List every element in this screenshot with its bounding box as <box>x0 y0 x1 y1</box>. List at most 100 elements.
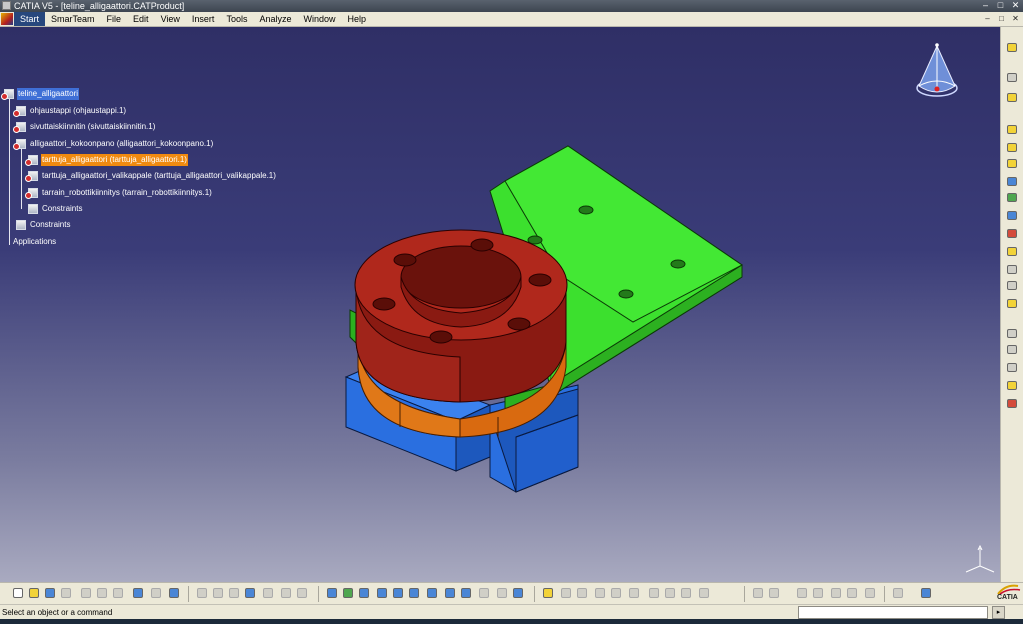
fit-all-icon[interactable] <box>342 587 354 600</box>
tree-item-label[interactable]: Constraints <box>41 203 83 215</box>
scenes-icon[interactable] <box>648 587 660 600</box>
measure-item-icon[interactable] <box>296 587 308 600</box>
doc-minimize-button[interactable]: – <box>982 13 993 24</box>
redo-icon[interactable] <box>150 587 162 600</box>
doc-maximize-button[interactable]: □ <box>996 13 1007 24</box>
tolerancing-icon[interactable] <box>796 587 808 600</box>
tree-item-sivuttaiskiinnitin[interactable]: sivuttaiskiinnitin (sivuttaiskiinnitin.1… <box>13 120 156 134</box>
shading-icon[interactable] <box>478 587 490 600</box>
tree-item-tarrain-robottikiinnitys[interactable]: tarrain_robottikiinnitys (tarrain_robott… <box>25 186 213 200</box>
tree-item-ohjaustappi[interactable]: ohjaustappi (ohjaustappi.1) <box>13 104 127 118</box>
measure-inertia-icon[interactable] <box>892 587 904 600</box>
graph-tree-reordering-icon[interactable] <box>1005 209 1020 223</box>
save-icon[interactable] <box>44 587 56 600</box>
tree-item-label[interactable]: tarttuja_alligaattori_valikappale (tartt… <box>41 170 277 182</box>
menu-smarteam[interactable]: SmarTeam <box>45 12 101 26</box>
tree-item-label[interactable]: Applications <box>12 236 57 248</box>
tree-item-tarttuja-alligaattori[interactable]: tarttuja_alligaattori (tarttuja_alligaat… <box>25 153 188 167</box>
measure-between-icon[interactable] <box>280 587 292 600</box>
macro-icon[interactable] <box>920 587 932 600</box>
annotation-icon[interactable] <box>212 587 224 600</box>
tree-item-constraints-sub[interactable]: Constraints <box>28 202 83 216</box>
hide-show-icon[interactable] <box>496 587 508 600</box>
isometric-view-icon[interactable] <box>460 587 472 600</box>
menu-tools[interactable]: Tools <box>220 12 253 26</box>
annotation-set-icon[interactable] <box>812 587 824 600</box>
tree-item-alligaattori-kokoonpano[interactable]: alligaattori_kokoonpano (alligaattori_ko… <box>13 137 214 151</box>
view-annotation-icon[interactable] <box>830 587 842 600</box>
zoom-out-icon[interactable] <box>408 587 420 600</box>
manage-representations-icon[interactable] <box>1005 245 1020 259</box>
normal-view-icon[interactable] <box>426 587 438 600</box>
section-icon[interactable] <box>664 587 676 600</box>
tree-item-label[interactable]: Constraints <box>29 219 71 231</box>
tree-item-label[interactable]: tarttuja_alligaattori (tarttuja_alligaat… <box>41 154 188 166</box>
tree-item-tarttuja-valikappale[interactable]: tarttuja_alligaattori_valikappale (tartt… <box>25 169 277 183</box>
tree-item-constraints[interactable]: Constraints <box>16 218 71 232</box>
print-icon[interactable] <box>60 587 72 600</box>
bill-of-material-icon[interactable] <box>628 587 640 600</box>
contact-constraint-icon[interactable] <box>1005 343 1020 357</box>
new-component-icon[interactable] <box>1005 123 1020 137</box>
menu-help[interactable]: Help <box>342 12 373 26</box>
snap-icon[interactable] <box>560 587 572 600</box>
compass-icon[interactable] <box>908 40 966 106</box>
smart-move-icon[interactable] <box>576 587 588 600</box>
toolbar-handle-icon[interactable] <box>1005 71 1020 85</box>
fast-multi-instantiation-icon[interactable] <box>1005 279 1020 293</box>
catalog-browser-icon[interactable] <box>244 587 256 600</box>
existing-component-icon[interactable] <box>1005 175 1020 189</box>
publication-icon[interactable] <box>698 587 710 600</box>
undo-icon[interactable] <box>132 587 144 600</box>
generate-numbering-icon[interactable] <box>1005 227 1020 241</box>
update-icon[interactable] <box>610 587 622 600</box>
copy-icon[interactable] <box>96 587 108 600</box>
command-submit-button[interactable]: ▸ <box>992 606 1005 619</box>
insert-component-icon[interactable] <box>1005 91 1020 105</box>
weld-icon[interactable] <box>768 587 780 600</box>
tree-item-label[interactable]: alligaattori_kokoonpano (alligaattori_ko… <box>29 138 214 150</box>
command-input[interactable] <box>798 606 988 619</box>
minimize-button[interactable]: – <box>980 0 991 11</box>
cut-icon[interactable] <box>80 587 92 600</box>
menu-insert[interactable]: Insert <box>186 12 221 26</box>
catia-menu-logo-icon[interactable] <box>1 13 13 25</box>
distance-analysis-icon[interactable] <box>680 587 692 600</box>
multi-instantiation-icon[interactable] <box>1005 263 1020 277</box>
fly-mode-icon[interactable] <box>326 587 338 600</box>
maximize-button[interactable]: □ <box>995 0 1006 11</box>
menu-edit[interactable]: Edit <box>127 12 155 26</box>
flag-note-icon[interactable] <box>864 587 876 600</box>
fix-together-icon[interactable] <box>1005 397 1020 411</box>
tree-item-applications[interactable]: Applications <box>12 235 57 249</box>
close-button[interactable]: ✕ <box>1010 0 1021 11</box>
whats-this-icon[interactable] <box>168 587 180 600</box>
rotate-icon[interactable] <box>376 587 388 600</box>
swap-visible-space-icon[interactable] <box>512 587 524 600</box>
explode-icon[interactable] <box>542 587 554 600</box>
reconnect-icon[interactable] <box>1005 297 1020 311</box>
menu-analyze[interactable]: Analyze <box>253 12 297 26</box>
paste-icon[interactable] <box>112 587 124 600</box>
tree-item-label[interactable]: sivuttaiskiinnitin (sivuttaiskiinnitin.1… <box>29 121 156 133</box>
design-table-icon[interactable] <box>262 587 274 600</box>
manipulation-icon[interactable] <box>594 587 606 600</box>
zoom-in-icon[interactable] <box>392 587 404 600</box>
menu-window[interactable]: Window <box>297 12 341 26</box>
menu-view[interactable]: View <box>155 12 186 26</box>
menu-file[interactable]: File <box>101 12 128 26</box>
clash-icon[interactable] <box>228 587 240 600</box>
doc-close-button[interactable]: ✕ <box>1010 13 1021 24</box>
tree-item-root[interactable]: teline_alligaattori <box>1 87 80 101</box>
text-annotation-icon[interactable] <box>846 587 858 600</box>
multi-view-icon[interactable] <box>444 587 456 600</box>
tree-item-label[interactable]: ohjaustappi (ohjaustappi.1) <box>29 105 127 117</box>
3d-viewport[interactable]: teline_alligaattori ohjaustappi (ohjaust… <box>0 27 1000 582</box>
tree-item-label[interactable]: teline_alligaattori <box>17 88 80 100</box>
new-part-icon[interactable] <box>1005 157 1020 171</box>
pan-icon[interactable] <box>358 587 370 600</box>
fix-component-icon[interactable] <box>1005 379 1020 393</box>
select-tool-icon[interactable] <box>1005 41 1020 55</box>
new-document-icon[interactable] <box>12 587 24 600</box>
new-product-icon[interactable] <box>1005 141 1020 155</box>
